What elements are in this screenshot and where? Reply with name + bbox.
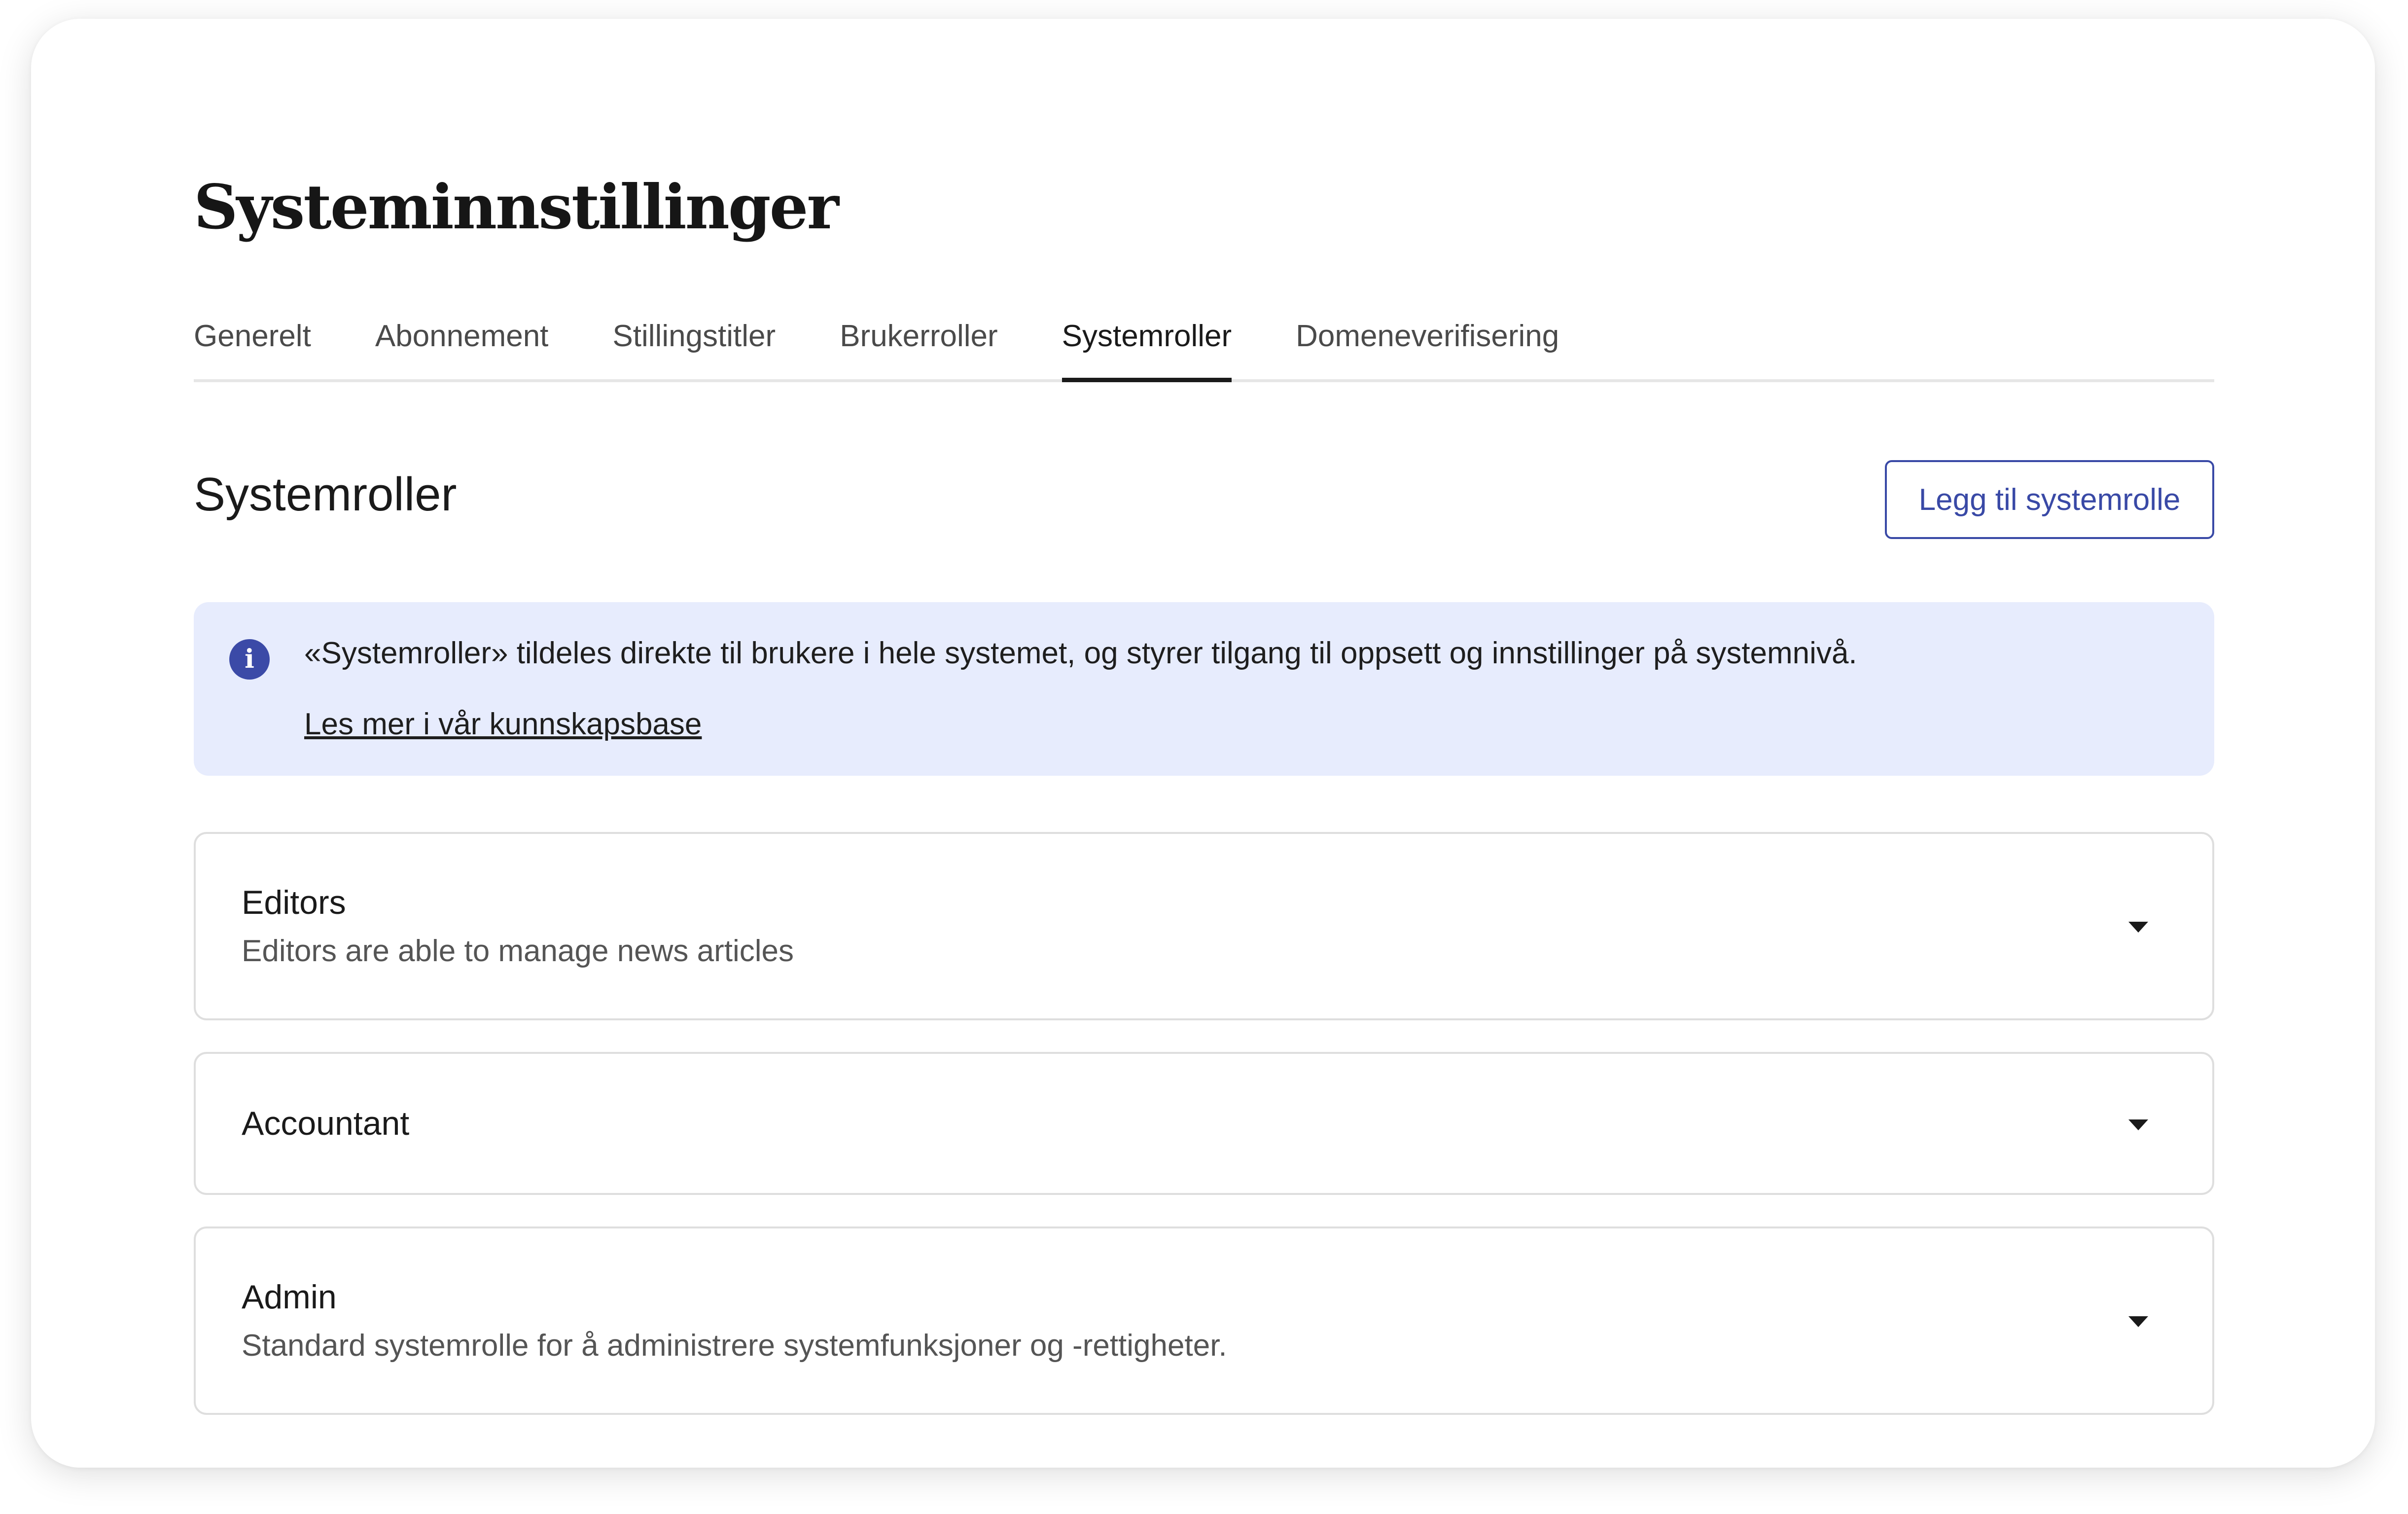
role-item-admin[interactable]: Admin Standard systemrolle for å adminis… xyxy=(194,1226,2214,1415)
settings-tabs: Generelt Abonnement Stillingstitler Bruk… xyxy=(194,292,2214,382)
role-name: Editors xyxy=(242,884,346,921)
tab-brukerroller[interactable]: Brukerroller xyxy=(840,292,997,379)
tab-generelt[interactable]: Generelt xyxy=(194,292,311,379)
info-banner: i «Systemroller» tildeles direkte til br… xyxy=(194,602,2214,776)
add-system-role-button[interactable]: Legg til systemrolle xyxy=(1885,460,2214,539)
settings-card: Systeminnstillinger Generelt Abonnement … xyxy=(31,19,2375,1468)
section-title: Systemroller xyxy=(194,468,457,521)
info-text: «Systemroller» tildeles direkte til bruk… xyxy=(304,636,1857,670)
chevron-down-icon[interactable] xyxy=(2128,1316,2148,1327)
role-item-editors[interactable]: Editors Editors are able to manage news … xyxy=(194,832,2214,1020)
tab-systemroller[interactable]: Systemroller xyxy=(1062,292,1232,382)
page-title: Systeminnstillinger xyxy=(194,172,839,243)
role-description: Standard systemrolle for å administrere … xyxy=(242,1329,1227,1363)
tab-abonnement[interactable]: Abonnement xyxy=(375,292,549,379)
chevron-down-icon[interactable] xyxy=(2128,1119,2148,1130)
knowledge-base-link[interactable]: Les mer i vår kunnskapsbase xyxy=(304,707,702,742)
role-description: Editors are able to manage news articles xyxy=(242,934,794,968)
chevron-down-icon[interactable] xyxy=(2128,922,2148,933)
tab-stillingstitler[interactable]: Stillingstitler xyxy=(612,292,776,379)
info-icon: i xyxy=(229,639,270,680)
tab-domeneverifisering[interactable]: Domeneverifisering xyxy=(1296,292,1559,379)
role-name: Admin xyxy=(242,1278,337,1316)
role-item-accountant[interactable]: Accountant xyxy=(194,1052,2214,1195)
role-name: Accountant xyxy=(242,1105,410,1142)
